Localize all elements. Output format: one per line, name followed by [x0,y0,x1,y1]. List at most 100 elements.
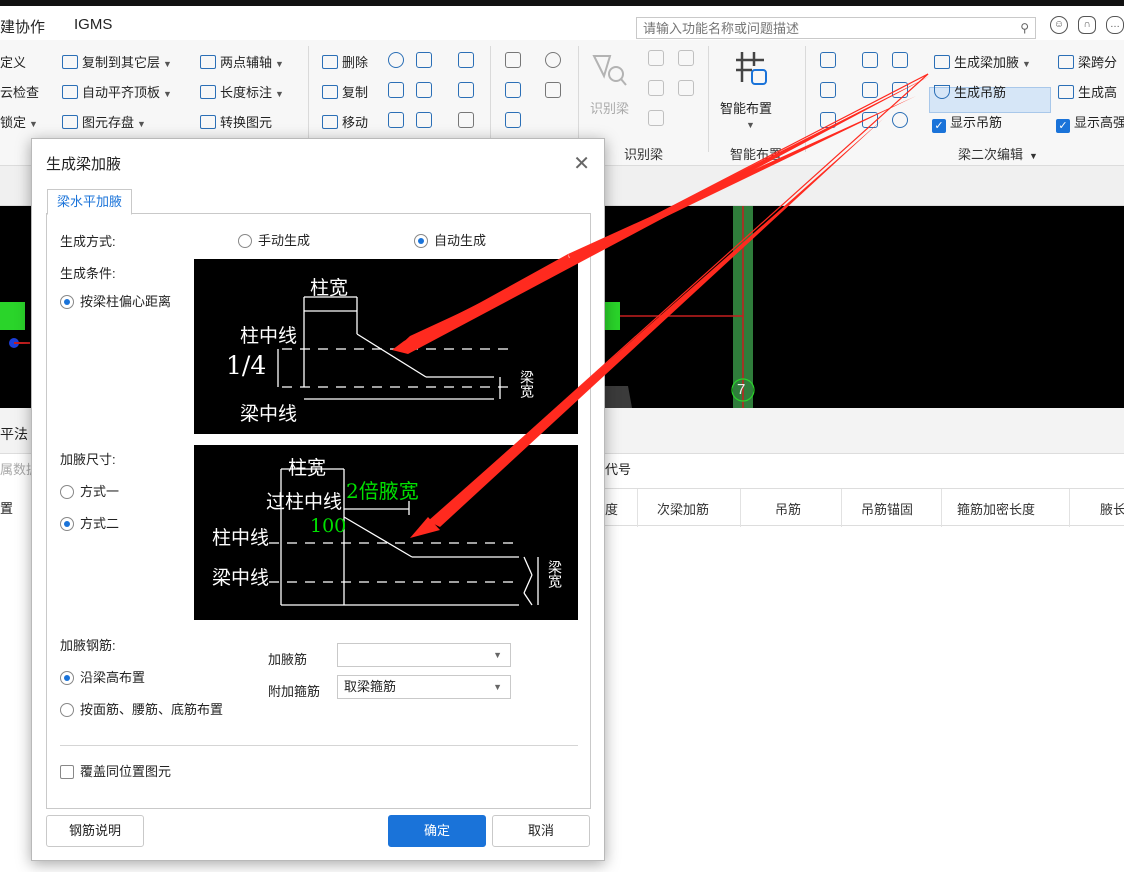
rebar-table-header: 度 次梁加筋 吊筋 吊筋锚固 箍筋加密长度 腋长 [605,488,1124,527]
ribbon-length-dim[interactable]: 长度标注 ▼ [200,82,284,101]
hanger-icon[interactable] [892,112,908,128]
overwrite-checkbox[interactable]: 覆盖同位置图元 [60,761,171,780]
generate-high-label: 生成高 [1078,85,1118,100]
show-hanger-label: 显示吊筋 [950,115,1003,130]
move-icon [322,115,338,129]
column-header[interactable]: 次梁加筋 [657,499,709,518]
show-high-checkbox[interactable]: ✓ 显示高强 [1056,112,1124,133]
arc-icon[interactable] [505,112,521,128]
by-bars-radio[interactable]: 按面筋、腰筋、底筋布置 [60,699,223,718]
recognize-icon[interactable] [648,80,664,96]
method-one-radio[interactable]: 方式一 [60,481,119,500]
recognize-icon[interactable] [678,50,694,66]
column-header[interactable]: 吊筋锚固 [861,499,913,518]
smart-layout-icon[interactable] [730,48,770,88]
ribbon-two-point-axis[interactable]: 两点辅轴 ▼ [200,52,284,71]
menu-collab[interactable]: 建协作 [0,16,45,37]
split-icon[interactable] [416,112,432,128]
circle-icon[interactable] [545,52,561,68]
manual-generate-radio[interactable]: 手动生成 [238,230,310,249]
eccentric-distance-radio[interactable]: 按梁柱偏心距离 [60,291,171,310]
tab-horizontal-haunch[interactable]: 梁水平加腋 [47,189,133,215]
group-label-beam-edit[interactable]: 梁二次编辑 ▼ [958,144,1038,163]
beam-edit-icon[interactable] [862,52,878,68]
array-icon[interactable] [458,82,474,98]
column-header[interactable]: 腋长 [1100,499,1124,518]
generate-haunch-button[interactable]: 生成梁加腋 ▼ [934,52,1031,71]
rotate-icon[interactable] [388,52,404,68]
ribbon-two-point-axis-label: 两点辅轴 [220,55,273,70]
beam-copy-icon[interactable] [820,82,836,98]
ribbon-move[interactable]: 移动 [322,112,368,131]
recognize-beam-button[interactable]: 识别梁 [590,98,629,117]
column-divider [637,489,638,527]
generate-hanger-button[interactable]: 生成吊筋 [934,82,1006,101]
point-icon[interactable] [505,52,521,68]
beam-arch-icon[interactable] [862,112,878,128]
column-header[interactable]: 度 [605,499,618,518]
extend-icon[interactable] [416,52,432,68]
ribbon-lock-label: 锁定 [0,115,27,130]
gen-condition-label: 生成条件: [60,266,116,281]
ribbon-define[interactable]: 定义 [0,52,26,71]
trash-icon [322,55,338,69]
chevron-down-icon: ▼ [163,59,172,69]
recognize-beam-icon[interactable] [590,50,630,90]
ok-button[interactable]: 确定 [388,815,486,847]
ribbon-cloud-check[interactable]: 云检查 [0,82,39,101]
extra-stirrup-select[interactable]: 取梁箍筋 ▼ [337,675,511,699]
break-icon[interactable] [388,112,404,128]
divider [60,745,578,746]
show-hanger-checkbox[interactable]: ✓ 显示吊筋 [932,112,1002,133]
column-header[interactable]: 吊筋 [775,499,801,518]
column-header[interactable]: 箍筋加密长度 [957,499,1035,518]
auto-generate-radio[interactable]: 自动生成 [414,230,486,249]
search-icon[interactable]: ⚲ [1020,21,1029,35]
show-high-label: 显示高强 [1074,115,1124,130]
chevron-down-icon[interactable]: ▼ [746,120,755,130]
offset-icon[interactable] [458,52,474,68]
recognize-icon[interactable] [648,50,664,66]
ribbon-align-top[interactable]: 自动平齐顶板 ▼ [62,82,172,101]
close-icon[interactable]: ✕ [573,151,590,176]
generate-high-button[interactable]: 生成高 [1058,82,1117,101]
line-icon[interactable] [505,82,521,98]
chat-icon[interactable]: … [1106,16,1124,34]
rect-icon[interactable] [545,82,561,98]
headset-icon[interactable]: ∩ [1078,16,1096,34]
along-height-radio[interactable]: 沿梁高布置 [60,667,145,686]
beam-apply-icon[interactable] [862,82,878,98]
haunch-icon [934,55,950,69]
menu-igms[interactable]: IGMS [74,16,112,33]
rebar-explain-button[interactable]: 钢筋说明 [46,815,144,847]
ribbon-convert[interactable]: 转换图元 [200,112,272,131]
search-input[interactable] [637,18,997,38]
ribbon-copy-to-floor[interactable]: 复制到其它层 ▼ [62,52,172,71]
mirror-icon[interactable] [388,82,404,98]
cancel-button[interactable]: 取消 [492,815,590,847]
beam-span-icon[interactable] [820,52,836,68]
ribbon-copy[interactable]: 复制 [322,82,368,101]
recognize-icon[interactable] [648,110,664,126]
tab-plan-notation[interactable]: 平法 [0,424,28,444]
extra-stirrup-value: 取梁箍筋 [344,679,397,694]
beam-center-label-2: 梁中线 [212,567,270,589]
merge-icon[interactable] [458,112,474,128]
ribbon-delete[interactable]: 删除 [322,52,368,71]
haunch-bar-select[interactable]: ▼ [337,643,511,667]
beam-grid-icon[interactable] [892,82,908,98]
ribbon-save-element[interactable]: 图元存盘 ▼ [62,112,146,131]
recognize-icon[interactable] [678,80,694,96]
ribbon-lock[interactable]: 锁定 ▼ [0,112,38,131]
smart-layout-button[interactable]: 智能布置 [720,98,772,117]
beam-span-split-button[interactable]: 梁跨分 [1058,52,1117,71]
beam-check-icon[interactable] [820,112,836,128]
hanger-bar-icon [934,85,950,99]
group-label-recognize: 识别梁 [624,147,664,162]
method-two-radio[interactable]: 方式二 [60,513,119,532]
ribbon-move-label: 移动 [342,115,369,130]
beam-table-icon[interactable] [892,52,908,68]
ribbon-convert-label: 转换图元 [220,115,273,130]
align-icon[interactable] [416,82,432,98]
user-icon[interactable]: ☺ [1050,16,1068,34]
